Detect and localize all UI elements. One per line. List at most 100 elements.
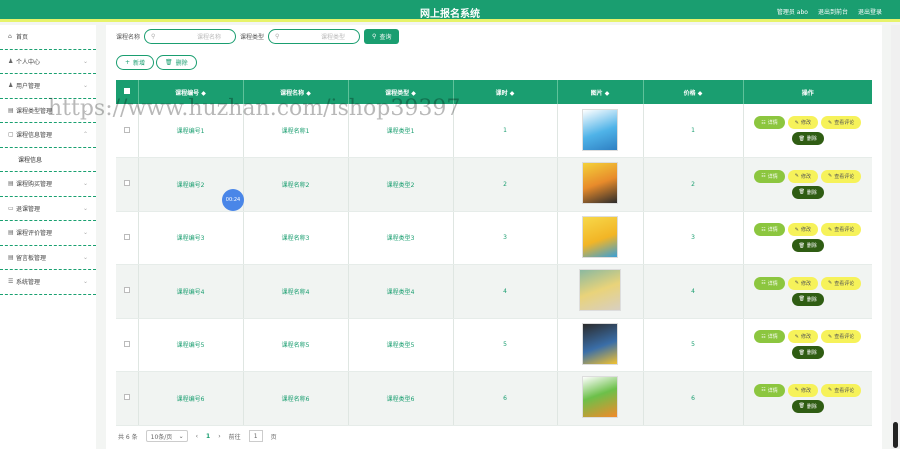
row-delete-button[interactable]: 🗑 删除 xyxy=(791,346,824,360)
row-checkbox[interactable] xyxy=(123,126,130,133)
edit-button[interactable]: ✎ 修改 xyxy=(787,330,818,344)
edit-icon: ✎ xyxy=(794,173,799,180)
sidebar-subitem-course-info[interactable]: 课程信息 xyxy=(0,147,96,172)
row-delete-button[interactable]: 🗑 删除 xyxy=(791,239,824,253)
detail-button[interactable]: ☷ 详情 xyxy=(754,330,785,344)
search-button[interactable]: ⚲ 查询 xyxy=(364,29,400,44)
sidebar-item-rating[interactable]: ▤ 课程评价管理 ⌄ xyxy=(0,221,96,246)
edit-icon: ✎ xyxy=(794,226,799,233)
course-thumbnail[interactable] xyxy=(582,215,618,258)
main-content: 课程名称 ⚲ 课程名称 课程类型 ⚲ 课程类型 ⚲ 查询 + 新增 🗑 删除 课程编号 ◆… xyxy=(106,25,882,449)
chevron-down-icon: ⌄ xyxy=(82,229,88,237)
cell-price: 3 xyxy=(643,211,744,265)
page-size-select[interactable]: 10条/页 ⌄ xyxy=(145,430,188,442)
cell-code: 课程编号5 xyxy=(138,318,244,372)
row-checkbox[interactable] xyxy=(123,233,130,240)
row-checkbox[interactable] xyxy=(123,394,130,401)
back-home-link[interactable]: 退出到前台 xyxy=(818,7,848,16)
row-select-cell[interactable] xyxy=(116,157,139,212)
table-row: 课程编号4 课程名称4 课程类型4 4 4 ☷ 详情 ✎ 修改 ✎ 查看评论 🗑 删除 xyxy=(116,264,872,319)
detail-label: 详情 xyxy=(767,120,778,126)
prev-page-icon[interactable]: ‹ xyxy=(196,433,198,440)
review-icon: ✎ xyxy=(828,226,833,233)
row-select-cell[interactable] xyxy=(116,318,139,372)
logout-link[interactable]: 退出登录 xyxy=(858,7,882,16)
review-label: 查看评论 xyxy=(834,227,855,234)
detail-button[interactable]: ☷ 详情 xyxy=(754,116,785,129)
course-name-input[interactable]: ⚲ 课程名称 xyxy=(144,29,237,44)
sidebar-item-messages[interactable]: ▤ 留言板管理 ⌄ xyxy=(0,246,96,270)
edit-button[interactable]: ✎ 修改 xyxy=(787,116,818,129)
course-thumbnail[interactable] xyxy=(582,108,618,151)
next-page-icon[interactable]: › xyxy=(218,433,220,440)
review-label: 查看评论 xyxy=(834,280,855,287)
view-reviews-button[interactable]: ✎ 查看评论 xyxy=(821,116,862,129)
col-header-hours[interactable]: 课时 ◆ xyxy=(453,80,558,104)
cell-name: 课程名称3 xyxy=(243,211,349,265)
detail-button[interactable]: ☷ 详情 xyxy=(754,383,785,397)
review-label: 查看评论 xyxy=(834,334,855,341)
cell-type: 课程类型2 xyxy=(348,157,454,212)
course-thumbnail[interactable] xyxy=(579,269,621,312)
cell-name: 课程名称5 xyxy=(243,318,349,372)
sidebar-item-home[interactable]: ⌂ 首页 xyxy=(0,25,96,50)
sidebar-item-system[interactable]: ☰ 系统管理 ⌄ xyxy=(0,270,96,295)
row-select-cell[interactable] xyxy=(116,371,139,426)
sidebar-item-course-info[interactable]: ▢ 课程信息管理 ⌃ xyxy=(0,123,96,148)
course-thumbnail[interactable] xyxy=(582,376,618,419)
cell-name: 课程名称2 xyxy=(243,157,349,212)
col-header-price[interactable]: 价格 ◆ xyxy=(643,80,744,104)
edit-button[interactable]: ✎ 修改 xyxy=(787,276,818,290)
row-delete-button[interactable]: 🗑 删除 xyxy=(791,185,824,199)
edit-label: 修改 xyxy=(800,334,811,341)
timer-badge[interactable]: 00:24 xyxy=(222,189,244,211)
review-icon: ✎ xyxy=(828,173,833,180)
chevron-up-icon: ⌃ xyxy=(82,131,88,139)
view-reviews-button[interactable]: ✎ 查看评论 xyxy=(821,330,862,344)
row-checkbox[interactable] xyxy=(123,287,130,294)
table-row: 课程编号3 课程名称3 课程类型3 3 3 ☷ 详情 ✎ 修改 ✎ 查看评论 🗑 删除 xyxy=(116,211,872,265)
row-delete-button[interactable]: 🗑 删除 xyxy=(791,399,824,413)
view-reviews-button[interactable]: ✎ 查看评论 xyxy=(821,223,862,237)
sidebar-item-profile[interactable]: ♟ 个人中心 ⌄ xyxy=(0,50,96,74)
current-page[interactable]: 1 xyxy=(206,433,210,440)
delete-button[interactable]: 🗑 删除 xyxy=(156,55,197,70)
sidebar-item-refund[interactable]: ▭ 退课管理 ⌄ xyxy=(0,197,96,221)
edit-icon: ✎ xyxy=(794,280,799,287)
course-type-input[interactable]: ⚲ 课程类型 xyxy=(268,29,361,44)
sidebar-item-label: 课程信息管理 xyxy=(16,132,53,140)
detail-button[interactable]: ☷ 详情 xyxy=(754,276,785,290)
scrollbar-thumb[interactable] xyxy=(893,422,898,448)
row-delete-button[interactable]: 🗑 删除 xyxy=(791,132,824,145)
lock-icon: ▤ xyxy=(8,253,14,261)
view-reviews-button[interactable]: ✎ 查看评论 xyxy=(821,383,862,397)
row-checkbox[interactable] xyxy=(123,340,130,347)
course-thumbnail[interactable] xyxy=(582,162,618,205)
course-thumbnail[interactable] xyxy=(582,322,618,365)
row-select-cell[interactable] xyxy=(116,211,139,265)
row-select-cell[interactable] xyxy=(116,264,139,319)
edit-button[interactable]: ✎ 修改 xyxy=(787,169,818,183)
cell-image xyxy=(557,104,644,158)
page-scrollbar[interactable] xyxy=(891,25,900,449)
detail-button[interactable]: ☷ 详情 xyxy=(754,169,785,183)
search-icon: ⚲ xyxy=(372,33,377,40)
row-checkbox[interactable] xyxy=(123,180,130,187)
goto-page-input[interactable]: 1 xyxy=(248,430,263,442)
users-icon: ♟ xyxy=(8,82,14,90)
sidebar-item-users[interactable]: ♟ 用户管理 ⌄ xyxy=(0,74,96,99)
view-reviews-button[interactable]: ✎ 查看评论 xyxy=(821,169,862,183)
add-button[interactable]: + 新增 xyxy=(116,55,155,70)
edit-button[interactable]: ✎ 修改 xyxy=(787,383,818,397)
row-delete-label: 删除 xyxy=(806,189,817,196)
edit-button[interactable]: ✎ 修改 xyxy=(787,223,818,237)
list-icon: ▤ xyxy=(8,106,14,114)
cart-icon: ▤ xyxy=(8,180,14,188)
row-delete-button[interactable]: 🗑 删除 xyxy=(791,292,824,306)
review-label: 查看评论 xyxy=(834,173,855,180)
view-reviews-button[interactable]: ✎ 查看评论 xyxy=(821,276,862,290)
select-all-checkbox[interactable] xyxy=(123,88,130,94)
sidebar-item-purchase[interactable]: ▤ 课程购买管理 ⌄ xyxy=(0,172,96,197)
col-header-image[interactable]: 图片 ◆ xyxy=(557,80,644,104)
detail-button[interactable]: ☷ 详情 xyxy=(754,223,785,237)
